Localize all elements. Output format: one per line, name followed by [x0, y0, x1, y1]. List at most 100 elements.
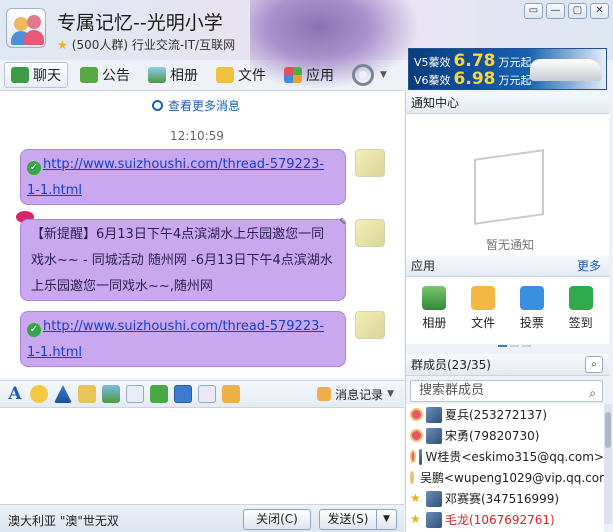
member-row[interactable]: 宋勇(79820730) [406, 425, 604, 446]
bottom-bar: 澳大利亚 "澳"世无双 关闭(C) 发送(S) ▼ [0, 504, 404, 532]
tab-files[interactable]: 文件 [210, 62, 272, 88]
font-icon[interactable]: A [6, 385, 24, 403]
page-dots [498, 345, 531, 347]
gear-icon[interactable] [352, 64, 374, 86]
apps-grid: 相册 文件 投票 签到 [406, 278, 609, 344]
star-icon: ★ [410, 491, 421, 505]
member-avatar [426, 427, 442, 444]
record-icon[interactable] [222, 385, 240, 403]
tab-announcement[interactable]: 公告 [74, 62, 136, 88]
close-button[interactable]: 关闭(C) [243, 509, 311, 530]
clock-icon [152, 100, 163, 111]
member-name: 邓赛赛(347516999) [445, 492, 560, 506]
search-icon[interactable]: ⌕ [585, 356, 603, 373]
more-messages-link[interactable]: 查看更多消息 [152, 97, 240, 114]
member-name: 宋勇(79820730) [445, 429, 540, 443]
member-avatar [418, 448, 423, 465]
apps-header: 应用 更多 [406, 255, 609, 277]
ad-banner[interactable]: V5蓁效 6.78 万元起 V6蓁效 6.98 万元起 [408, 48, 607, 90]
member-avatar [426, 511, 442, 528]
message-link[interactable]: http://www.suizhoushi.com/thread-579223-… [27, 319, 324, 360]
tab-apps[interactable]: 应用 [278, 62, 340, 88]
emoji-icon[interactable] [30, 385, 48, 403]
star-icon: ★ [57, 37, 68, 52]
message-input[interactable] [0, 408, 404, 504]
sender-avatar[interactable] [355, 149, 385, 177]
document-icon[interactable] [126, 385, 144, 403]
member-row[interactable]: 吴鹏<wupeng1029@vip.qq.com> [406, 467, 604, 488]
sender-avatar[interactable] [355, 311, 385, 339]
notice-header: 通知中心 [406, 92, 609, 114]
chat-history[interactable]: 查看更多消息 12:10:59 ✓ http://www.suizhoushi.c… [0, 90, 404, 378]
member-avatar [426, 406, 442, 423]
apps-more-link[interactable]: 更多 [577, 255, 601, 277]
member-row[interactable]: ★ 毛龙(1067692761) [406, 509, 604, 530]
message-link[interactable]: http://www.suizhoushi.com/thread-579223-… [27, 157, 324, 198]
member-list-scrollbar[interactable] [604, 404, 612, 524]
group-avatar[interactable] [6, 8, 46, 48]
member-list: 夏兵(253272137) 宋勇(79820730) W桂贵<eskimo315@q… [406, 404, 604, 532]
chevron-down-icon[interactable]: ▼ [380, 70, 387, 80]
pin-icon: ✎ [339, 217, 348, 228]
notice-empty-text: 暂无通知 [486, 238, 535, 252]
shake-icon[interactable] [198, 385, 216, 403]
tab-label: 聊天 [33, 68, 61, 84]
minimize-button[interactable]: — [546, 3, 565, 19]
screenshot-icon[interactable] [174, 385, 192, 403]
member-avatar [426, 490, 442, 507]
maximize-button[interactable]: ▢ [568, 3, 587, 19]
message-bubble: 【新提醒】6月13日下午4点滨湖水上乐园邀您一同戏水~~ - 同城活动 随州网 … [20, 219, 346, 301]
photo-app-icon [422, 286, 447, 310]
admin-icon [410, 408, 423, 421]
close-window-button[interactable]: ✕ [590, 3, 609, 19]
tab-label: 文件 [238, 68, 266, 84]
member-search-input[interactable]: 搜索群成员 ⌕ [410, 380, 603, 402]
signature-text: 澳大利亚 "澳"世无双 [8, 514, 119, 528]
send-options-button[interactable]: ▼ [376, 509, 397, 530]
member-row[interactable]: 夏兵(253272137) [406, 404, 604, 425]
member-name: W桂贵<eskimo315@qq.com> [425, 450, 604, 464]
photo-icon [148, 67, 166, 83]
ad-line-1: V5蓁效 6.78 万元起 [414, 51, 532, 71]
signin-app-icon [568, 286, 593, 310]
tab-label: 相册 [170, 68, 198, 84]
edit-icon[interactable] [78, 385, 96, 403]
app-signin[interactable]: 签到 [568, 286, 593, 344]
sender-avatar[interactable] [355, 219, 385, 247]
skin-button[interactable]: ▭ [524, 3, 543, 19]
input-toolbar: A 消息记录 ▼ [0, 380, 404, 408]
member-row[interactable]: ★ 邓赛赛(347516999) [406, 488, 604, 509]
image-icon[interactable] [102, 385, 120, 403]
star-icon: ★ [410, 512, 421, 526]
app-photos[interactable]: 相册 [422, 286, 446, 344]
chevron-down-icon: ▼ [387, 389, 394, 399]
empty-box-icon [474, 149, 544, 225]
member-row[interactable]: W桂贵<eskimo315@qq.com> [406, 446, 604, 467]
members-header: 群成员(23/35) ⌕ [406, 354, 609, 376]
member-name: 毛龙(1067692761) [445, 513, 555, 527]
group-meta-text: (500人群) 行业交流-IT/互联网 [71, 38, 236, 52]
send-button[interactable]: 发送(S) [319, 509, 377, 530]
search-icon: ⌕ [589, 386, 596, 400]
vote-app-icon [519, 286, 544, 310]
message-text: 【新提醒】6月13日下午4点滨湖水上乐园邀您一同戏水~~ - 同城活动 随州网 … [31, 227, 333, 294]
tab-photos[interactable]: 相册 [142, 62, 204, 88]
verified-icon: ✓ [27, 323, 41, 337]
ad-line-2: V6蓁效 6.98 万元起 [414, 69, 532, 89]
member-name: 夏兵(253272137) [445, 408, 548, 422]
tab-label: 应用 [306, 68, 334, 84]
admin-icon [410, 429, 423, 442]
app-vote[interactable]: 投票 [519, 286, 544, 344]
photo-send-icon[interactable] [150, 385, 168, 403]
message-bubble: ✓ http://www.suizhoushi.com/thread-579223… [20, 149, 346, 205]
car-image [530, 59, 602, 81]
message-history-button[interactable]: 消息记录 ▼ [317, 386, 394, 403]
tab-chat[interactable]: 聊天 [4, 62, 68, 88]
chat-icon [11, 67, 29, 83]
side-panel: 通知中心 暂无通知 应用 更多 相册 文件 投票 签到 群成员(23/35) ⌕… [405, 92, 613, 532]
app-files[interactable]: 文件 [471, 286, 495, 344]
magic-hat-icon[interactable] [54, 385, 72, 403]
group-meta: ★ (500人群) 行业交流-IT/互联网 [57, 36, 235, 53]
member-name: 吴鹏<wupeng1029@vip.qq.com> [420, 471, 604, 485]
verified-icon: ✓ [27, 161, 41, 175]
